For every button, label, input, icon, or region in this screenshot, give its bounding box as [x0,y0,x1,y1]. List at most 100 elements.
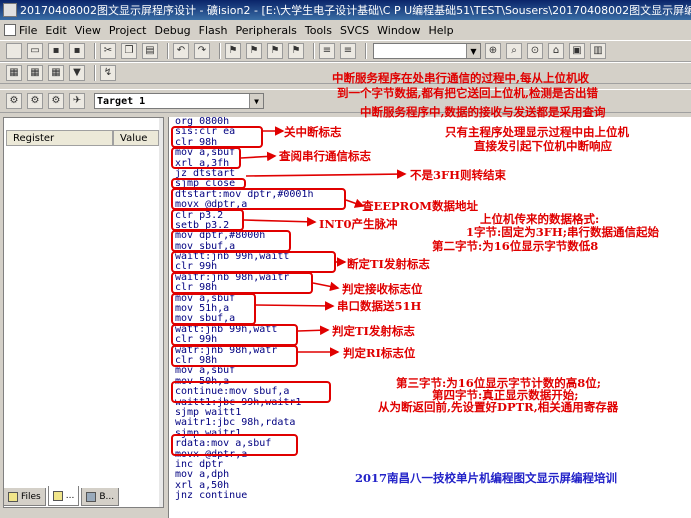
annotation-text: 断定TI发射标志 [347,257,430,271]
bookmark-prev-icon[interactable]: ⚑ [246,43,262,59]
registers-icon [52,490,63,501]
highlight-box [171,293,256,325]
chevron-down-icon: ▼ [249,94,263,108]
toolbar-separator [219,43,221,59]
new-file-icon[interactable] [6,43,22,59]
code-line: jnz continue [175,490,248,502]
browse-icon[interactable]: ⊙ [527,43,543,59]
start-debug-icon[interactable]: ↯ [100,65,116,81]
annotation-text: INT0产生脉冲 [319,217,398,231]
highlight-box [171,147,241,169]
toolbar-separator [365,43,367,59]
file-icon [4,24,16,36]
annotation-text: 判定RI标志位 [343,346,416,360]
annotation-text: 直接发引起下位机中断响应 [474,139,612,153]
toolbar-separator [313,43,315,59]
toolbar-separator [167,43,169,59]
panel-tabs: Files ... B... [3,486,164,506]
target-options-icon[interactable]: ⚙ [6,93,22,109]
copy-icon[interactable]: ❐ [121,43,137,59]
books-icon [86,491,97,502]
menu-svcs[interactable]: SVCS [340,24,369,37]
register-column-header[interactable]: Register [6,130,113,146]
annotation-text: 1字节:固定为3FH;串行数据通信起始 [466,225,660,239]
annotation-text: 只有主程序处理显示过程中由上位机 [445,125,629,139]
app-icon [3,3,17,17]
menu-tools[interactable]: Tools [305,24,332,37]
menu-help[interactable]: Help [429,24,454,37]
highlight-box [171,345,298,367]
debug-icon[interactable]: ⌂ [548,43,564,59]
rebuild-icon[interactable]: ▦ [48,65,64,81]
build-icon[interactable]: ▦ [27,65,43,81]
files-icon [8,491,18,502]
highlight-box [171,126,263,148]
menu-file[interactable]: File [4,24,37,37]
config-icon[interactable]: ▥ [590,43,606,59]
save-icon[interactable]: ▪ [48,43,64,59]
annotation-text: 查阅串行通信标志 [279,149,371,163]
value-column-header[interactable]: Value [113,130,159,146]
indent-icon[interactable]: ≡ [319,43,335,59]
toolbar-separator [94,43,96,59]
annotation-text: 查EEPROM数据地址 [362,199,478,213]
find-combo[interactable]: ▼ [373,43,481,59]
footer-caption: 2017南昌八一技校单片机编程图文显示屏编程培训 [355,471,618,485]
highlight-box [171,209,244,231]
components-icon[interactable]: ⚙ [48,93,64,109]
save-all-icon[interactable]: ▪ [69,43,85,59]
highlight-box [171,251,336,273]
open-file-icon[interactable]: ▭ [27,43,43,59]
menu-view[interactable]: View [75,24,101,37]
menu-flash[interactable]: Flash [199,24,228,37]
undo-icon[interactable]: ↶ [173,43,189,59]
annotation-text: 判定接收标志位 [342,282,423,296]
highlight-box [171,272,313,294]
title-bar: 20170408002图文显示屏程序设计 - 礦ision2 - [E:\大学生… [0,0,691,20]
bookmark-next-icon[interactable]: ⚑ [267,43,283,59]
annotation-text: 第二字节:为16位显示字节数低8 [432,239,599,253]
menu-window[interactable]: Window [377,24,420,37]
paste-icon[interactable]: ▤ [142,43,158,59]
cut-icon[interactable]: ✂ [100,43,116,59]
annotation-text: 不是3FH则转结束 [410,168,507,182]
annotation-text: 中断服务程序在处串行通信的过程中,每从上位机收 [332,71,590,85]
chevron-down-icon: ▼ [466,44,480,58]
annotation-text: 到一个字节数据,都有把它送回上位机,检测是否出错 [337,86,599,100]
menu-peripherals[interactable]: Peripherals [236,24,297,37]
menu-project[interactable]: Project [109,24,147,37]
project-icon[interactable]: ⚙ [27,93,43,109]
tab-books[interactable]: B... [81,488,120,506]
annotation-text: 从为断返回前,先设置好DPTR,相关通用寄存器 [378,400,619,414]
panel-scrollbar[interactable] [159,118,163,507]
toolbar-separator [94,65,96,81]
menu-bar: File Edit View Project Debug Flash Perip… [0,20,691,40]
tab-files[interactable]: Files [3,488,46,506]
window-title: 20170408002图文显示屏程序设计 - 礦ision2 - [E:\大学生… [20,4,691,17]
bookmark-icon[interactable]: ⚑ [225,43,241,59]
download-icon[interactable]: ▼ [69,65,85,81]
run-icon[interactable]: ✈ [69,93,85,109]
highlight-box [171,188,346,210]
redo-icon[interactable]: ↷ [194,43,210,59]
annotation-text: 串口数据送51H [337,299,422,313]
highlight-box [171,434,298,456]
target-select[interactable]: Target 1 ▼ [94,93,264,109]
menu-edit[interactable]: Edit [45,24,66,37]
project-panel: Register Value [3,117,164,508]
highlight-box [171,381,331,403]
find-icon[interactable]: ⌕ [506,43,522,59]
window-icon[interactable]: ▣ [569,43,585,59]
find-in-files-icon[interactable]: ⊕ [485,43,501,59]
compile-icon[interactable]: ▦ [6,65,22,81]
highlight-box [171,230,291,252]
unindent-icon[interactable]: ≡ [340,43,356,59]
highlight-box [171,324,298,346]
tab-registers[interactable]: ... [47,486,80,506]
menu-debug[interactable]: Debug [154,24,190,37]
file-toolbar: ▭ ▪ ▪ ✂ ❐ ▤ ↶ ↷ ⚑ ⚑ ⚑ ⚑ ≡ ≡ ▼ ⊕ ⌕ ⊙ ⌂ ▣ … [0,40,691,62]
annotation-text: 中断服务程序中,数据的接收与发送都是采用查询 [360,105,606,119]
bookmark-clear-icon[interactable]: ⚑ [288,43,304,59]
annotation-text: 判定TI发射标志 [332,324,415,338]
annotation-text: 关中断标志 [284,125,342,139]
